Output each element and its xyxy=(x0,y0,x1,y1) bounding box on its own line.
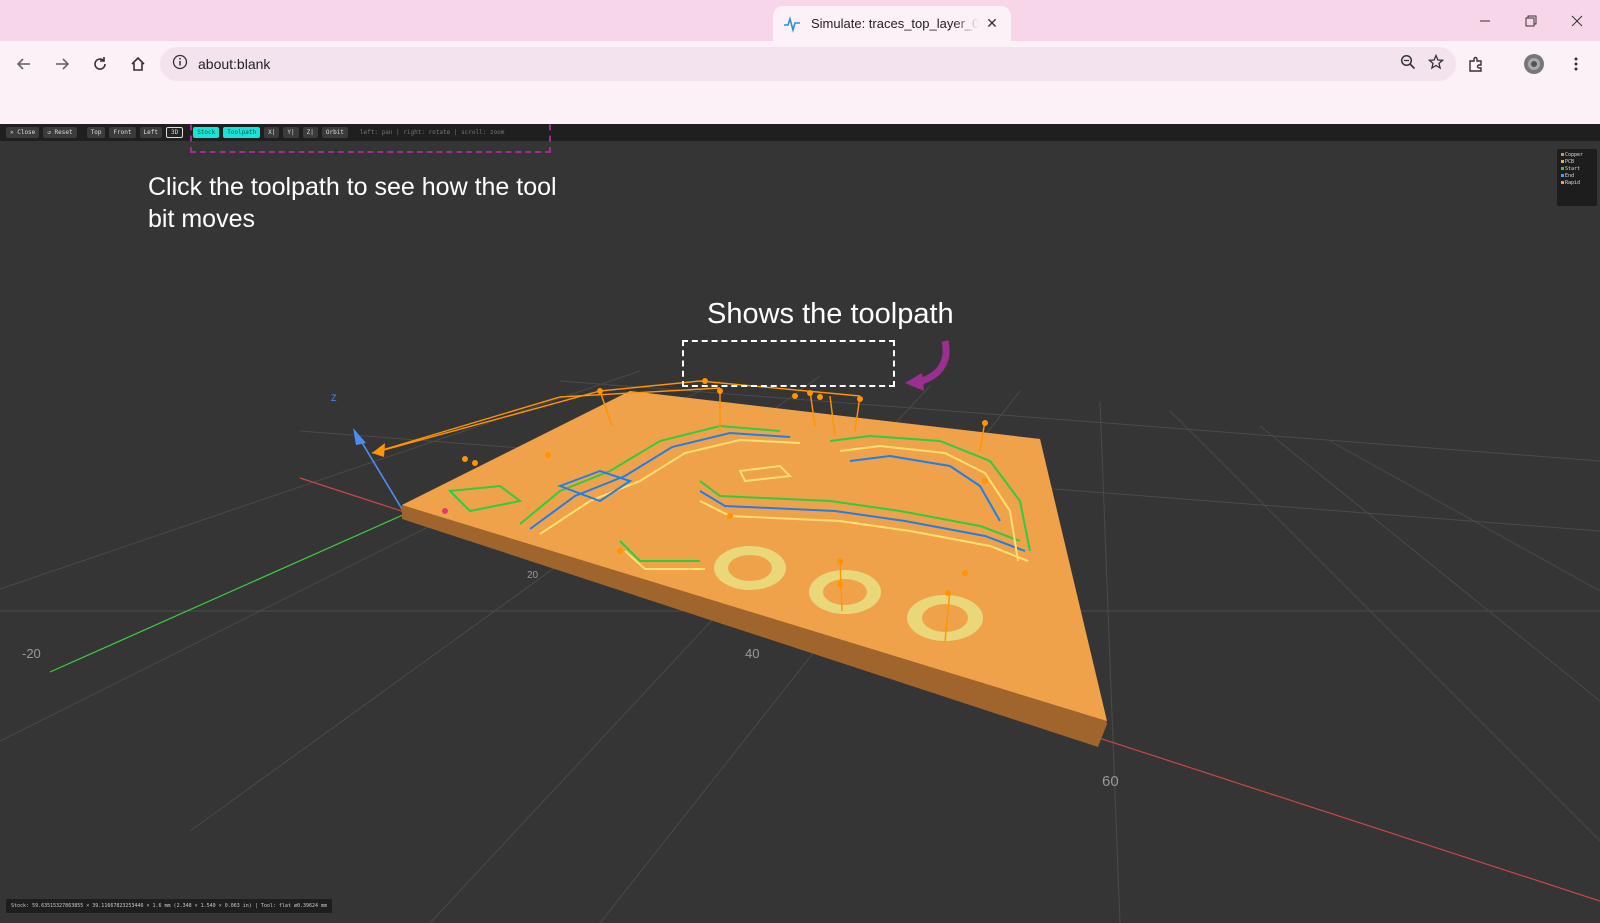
legend-item: End xyxy=(1561,173,1593,180)
axis-tick-neg20: -20 xyxy=(22,646,41,661)
activity-icon xyxy=(783,15,801,33)
axis-tick-20: 20 xyxy=(527,570,539,581)
forward-arrow-icon[interactable] xyxy=(44,46,80,82)
bookmark-star-icon[interactable] xyxy=(1427,53,1445,75)
axis-tick-40: 40 xyxy=(745,646,760,661)
toolpath-annotation: Shows the toolpath xyxy=(707,298,954,330)
axis-tick-60: 60 xyxy=(1102,773,1119,790)
legend-item: PCB xyxy=(1561,159,1593,166)
toolbar-right xyxy=(1456,41,1600,87)
tab-strip: Simulate: traces_top_layer_0.png ✕ xyxy=(0,0,1600,41)
toolbar-annotation: Click the toolpath to see how the tool b… xyxy=(148,173,557,233)
legend-item: Start xyxy=(1561,166,1593,173)
window-controls xyxy=(1462,0,1600,41)
zoom-icon[interactable] xyxy=(1400,54,1416,75)
browser-toolbar: about:blank xyxy=(0,41,1600,87)
scene-canvas[interactable] xyxy=(0,141,1600,923)
home-icon[interactable] xyxy=(120,46,156,82)
more-menu-icon[interactable] xyxy=(1558,46,1594,82)
tab-close-icon[interactable]: ✕ xyxy=(983,15,1001,32)
status-bar: Stock: 59.63515327863855 × 39.1166782325… xyxy=(6,899,333,913)
rapid-arrow xyxy=(372,443,385,457)
legend-item: Rapid xyxy=(1561,180,1593,187)
annotation-arrowhead xyxy=(905,373,924,391)
3d-view-button[interactable]: 3D xyxy=(165,127,184,138)
restore-icon[interactable] xyxy=(1508,0,1554,41)
profile-avatar[interactable] xyxy=(1516,46,1552,82)
url-text: about:blank xyxy=(198,56,271,72)
simulator-app: ✕ Close ↺ Reset Top Front Left 3D Stock … xyxy=(0,124,1600,923)
legend: Copper PCB Start End Rapid xyxy=(1557,149,1597,206)
browser-tab[interactable]: Simulate: traces_top_layer_0.png ✕ xyxy=(773,6,1011,41)
address-bar[interactable]: about:blank xyxy=(160,47,1456,81)
page-top-blank xyxy=(0,87,1600,124)
reset-button[interactable]: ↺ Reset xyxy=(43,127,77,138)
front-view-button[interactable]: Front xyxy=(109,127,136,138)
start-point xyxy=(442,508,448,514)
left-view-button[interactable]: Left xyxy=(139,127,162,138)
tab-title: Simulate: traces_top_layer_0.png xyxy=(811,16,979,31)
toolpath-highlight-box xyxy=(682,340,895,387)
site-info-icon[interactable] xyxy=(172,54,188,75)
close-button[interactable]: ✕ Close xyxy=(6,127,40,138)
z-axis-label: Z xyxy=(331,393,337,403)
extensions-icon[interactable] xyxy=(1458,46,1494,82)
close-window-icon[interactable] xyxy=(1554,0,1600,41)
z-axis-arrow xyxy=(353,428,366,445)
minimize-icon[interactable] xyxy=(1462,0,1508,41)
legend-item: Copper xyxy=(1561,152,1593,159)
y-axis-line xyxy=(49,513,406,673)
back-arrow-icon[interactable] xyxy=(6,46,42,82)
reload-icon[interactable] xyxy=(82,46,118,82)
top-view-button[interactable]: Top xyxy=(86,127,106,138)
3d-viewport[interactable]: Z 20 -20 40 60 Click the toolpath to see… xyxy=(0,141,1600,923)
